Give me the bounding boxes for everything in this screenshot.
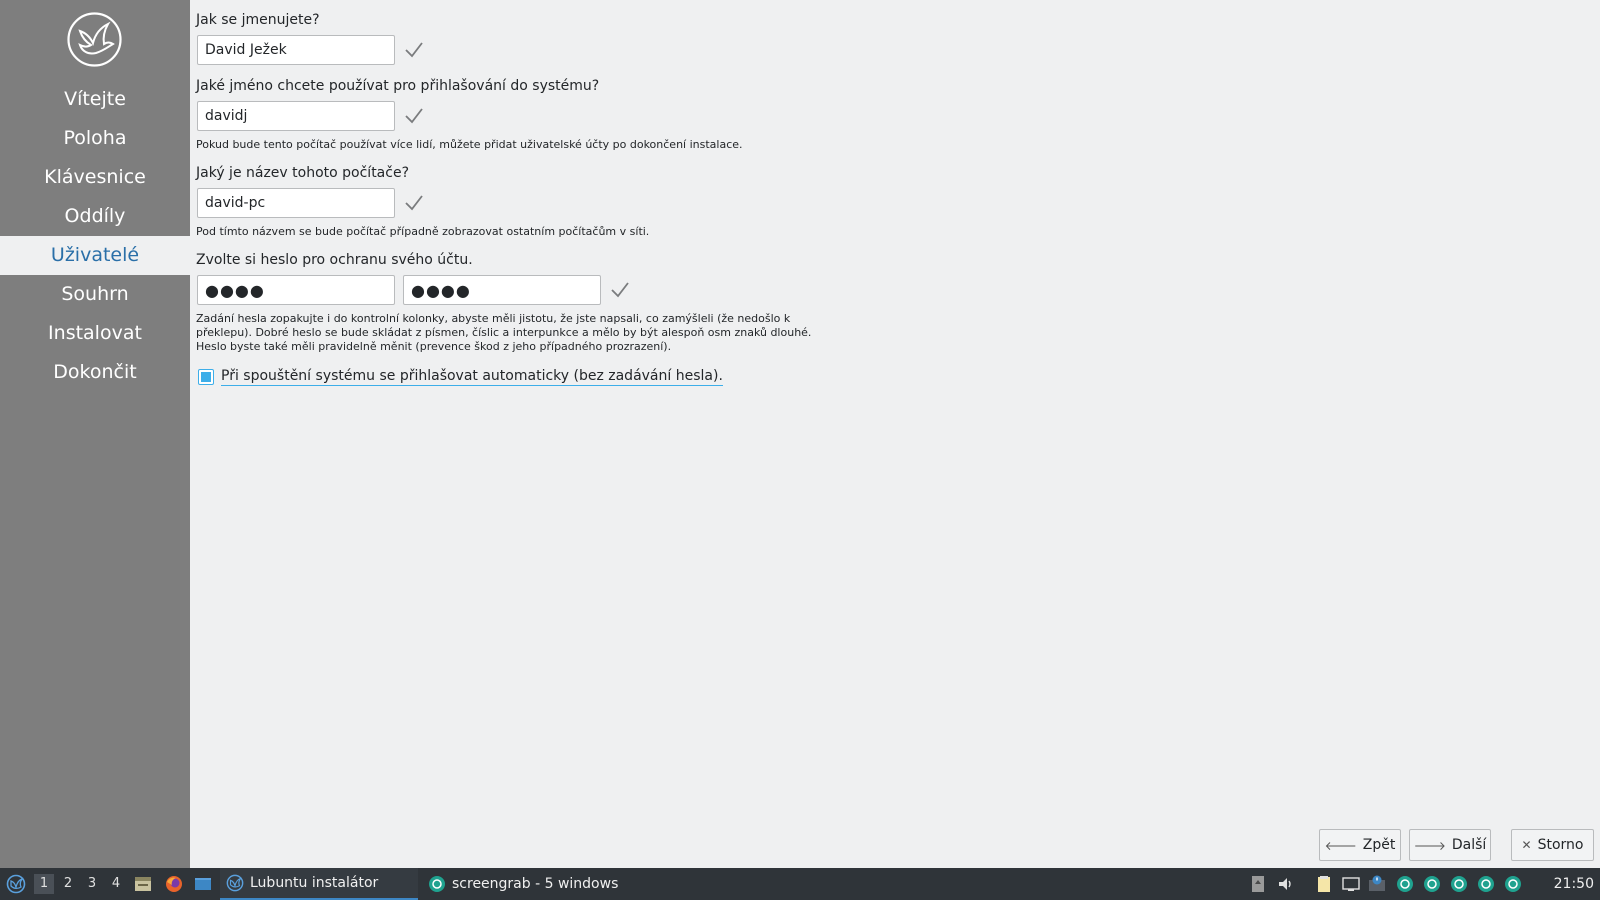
file-manager-icon[interactable] [134, 875, 152, 893]
start-menu-icon[interactable] [6, 874, 26, 894]
cancel-button[interactable]: ✕ Storno [1511, 829, 1594, 861]
sidebar-item-partitions[interactable]: Oddíly [0, 197, 190, 236]
hostname-valid-check-icon [405, 195, 423, 211]
cancel-button-label: Storno [1537, 837, 1584, 853]
login-question: Jaké jméno chcete používat pro přihlašov… [196, 78, 600, 94]
screengrab-icon [429, 876, 445, 892]
workspace-3[interactable]: 3 [82, 874, 102, 894]
next-button-label: Další [1451, 837, 1487, 853]
autologin-label[interactable]: Při spouštění systému se přihlašovat aut… [221, 368, 723, 386]
network-tray-icon[interactable] [1342, 875, 1360, 893]
volume-icon[interactable] [1277, 875, 1295, 893]
notes-tray-icon[interactable] [1315, 875, 1333, 893]
name-valid-check-icon [405, 42, 423, 58]
sidebar-item-finish[interactable]: Dokončit [0, 353, 190, 392]
workspace-2[interactable]: 2 [58, 874, 78, 894]
hostname-question: Jaký je název tohoto počítače? [196, 165, 410, 181]
workspace-1[interactable]: 1 [34, 874, 54, 894]
hostname-hint: Pod tímto názvem se bude počítač případn… [196, 225, 650, 238]
name-question: Jak se jmenujete? [196, 12, 320, 28]
autologin-checkbox[interactable]: Při spouštění systému se přihlašovat aut… [198, 368, 723, 386]
sidebar: Vítejte Poloha Klávesnice Oddíly Uživate… [0, 0, 190, 868]
next-button[interactable]: 🡒 Další [1409, 829, 1491, 861]
sidebar-item-install[interactable]: Instalovat [0, 314, 190, 353]
update-notifier-icon[interactable] [1368, 875, 1386, 893]
password-hint-line-3: Heslo byste také měli pravidelně měnit (… [196, 340, 672, 353]
users-page: Jak se jmenujete? Jaké jméno chcete použ… [190, 0, 1600, 868]
password-repeat-input[interactable] [403, 275, 601, 305]
login-valid-check-icon [405, 108, 423, 124]
screengrab-tray-icon[interactable] [1504, 875, 1522, 893]
show-desktop-icon[interactable] [194, 875, 212, 893]
autologin-checkbox-box[interactable] [198, 369, 214, 385]
clock[interactable]: 21:50 [1554, 868, 1594, 900]
password-hint-line-1: Zadání hesla zopakujte i do kontrolní ko… [196, 312, 791, 325]
hostname-input[interactable] [197, 188, 395, 218]
sidebar-item-summary[interactable]: Souhrn [0, 275, 190, 314]
task-label: screengrab - 5 windows [452, 876, 619, 892]
checkbox-checked-indicator [201, 372, 211, 382]
arrow-right-icon: 🡒 [1413, 838, 1446, 853]
task-label: Lubuntu instalátor [250, 875, 379, 891]
lubuntu-logo-icon [67, 12, 122, 67]
login-name-input[interactable] [197, 101, 395, 131]
task-lubuntu-installer[interactable]: Lubuntu instalátor [220, 868, 418, 900]
workspace-4[interactable]: 4 [106, 874, 126, 894]
sidebar-item-welcome[interactable]: Vítejte [0, 80, 190, 119]
screengrab-tray-icon[interactable] [1423, 875, 1441, 893]
clipboard-tray-icon[interactable] [1249, 875, 1267, 893]
sidebar-item-keyboard[interactable]: Klávesnice [0, 158, 190, 197]
task-screengrab[interactable]: screengrab - 5 windows [426, 868, 626, 900]
password-valid-check-icon [611, 282, 629, 298]
full-name-input[interactable] [197, 35, 395, 65]
firefox-icon[interactable] [165, 875, 183, 893]
taskbar: 1 2 3 4 Lubuntu instalátor screengrab - … [0, 868, 1600, 900]
password-hint-line-2: překlepu). Dobré heslo se bude skládat z… [196, 326, 812, 339]
screengrab-tray-icon[interactable] [1396, 875, 1414, 893]
arrow-left-icon: 🡐 [1324, 838, 1357, 853]
back-button-label: Zpět [1362, 837, 1396, 853]
screengrab-tray-icon[interactable] [1450, 875, 1468, 893]
back-button[interactable]: 🡐 Zpět [1319, 829, 1401, 861]
close-icon: ✕ [1521, 838, 1532, 852]
password-input[interactable] [197, 275, 395, 305]
sidebar-item-users[interactable]: Uživatelé [0, 236, 190, 275]
login-hint: Pokud bude tento počítač používat více l… [196, 138, 743, 151]
password-question: Zvolte si heslo pro ochranu svého účtu. [196, 252, 473, 268]
screengrab-tray-icon[interactable] [1477, 875, 1495, 893]
sidebar-item-location[interactable]: Poloha [0, 119, 190, 158]
lubuntu-installer-icon [226, 874, 244, 892]
